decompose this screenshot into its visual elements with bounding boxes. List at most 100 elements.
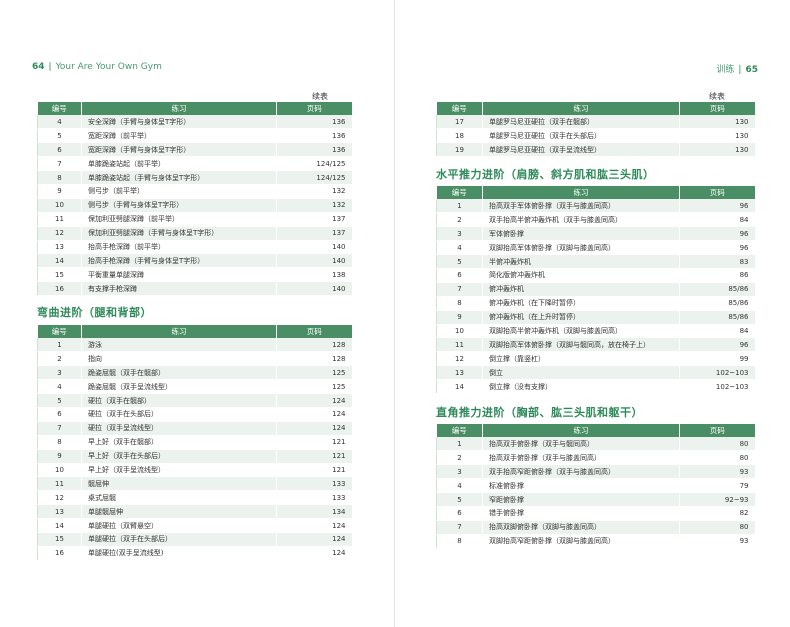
cell-exercise: 早上好（双手在头部后） [81, 449, 277, 464]
cell-exercise: 早上好（双手呈流线型） [81, 463, 277, 478]
cell-page: 136 [276, 128, 352, 144]
cell-page: 79 [679, 478, 755, 494]
cell-number: 9 [436, 310, 483, 325]
cell-page: 80 [679, 520, 755, 535]
cell-page: 124/125 [276, 170, 352, 185]
cell-exercise: 有支撑手枪深蹲 [81, 281, 277, 297]
cell-page: 128 [276, 351, 352, 367]
table-row: 14 倒立撑（没有支撑） 102~103 [436, 379, 755, 394]
cell-number: 2 [436, 212, 483, 228]
cell-exercise: 军体俯卧撑 [482, 226, 680, 242]
column-header-page: 页码 [679, 186, 755, 199]
cell-page: 133 [276, 476, 352, 492]
cell-number: 5 [436, 254, 483, 269]
table-row: 4 双脚抬高军体俯卧撑（双脚与膝盖同高） 96 [436, 240, 755, 256]
cell-page: 82 [679, 506, 755, 521]
cell-page: 130 [679, 142, 755, 158]
table-row: 13 抬高手枪深蹲（前平举） 140 [37, 240, 352, 255]
cell-number: 1 [436, 437, 483, 452]
cell-number: 2 [436, 450, 483, 466]
cell-page: 124 [276, 393, 352, 408]
cell-number: 6 [37, 142, 82, 158]
cell-number: 14 [37, 253, 82, 269]
cell-exercise: 俯冲轰炸机（在上升时暂停） [482, 310, 680, 325]
table-row: 2 抬高双手俯卧撑（双手与膝盖同高） 80 [436, 450, 755, 466]
cell-page: 84 [679, 324, 755, 339]
table-row: 10 早上好（双手呈流线型） 121 [37, 463, 352, 478]
cell-number: 4 [436, 478, 483, 494]
cell-page: 92~93 [679, 492, 755, 507]
cell-page: 124 [276, 532, 352, 547]
column-header-number: 编号 [37, 325, 82, 338]
cell-number: 8 [37, 435, 82, 450]
table-row: 13 倒立 102~103 [436, 365, 755, 381]
column-header-exercise: 练习 [482, 102, 680, 115]
table-row: 5 半俯冲轰炸机 83 [436, 254, 755, 269]
cell-exercise: 窄距俯卧撑 [482, 492, 680, 507]
cell-exercise: 侧弓步（前平举） [81, 184, 277, 199]
cell-page: 136 [276, 115, 352, 130]
cell-number: 5 [37, 393, 82, 408]
table-row: 6 简化版俯冲轰炸机 86 [436, 268, 755, 283]
cell-exercise: 抬高手枪深蹲（手臂与身体呈T字形） [81, 253, 277, 269]
column-header-page: 页码 [679, 102, 755, 115]
cell-page: 136 [276, 142, 352, 158]
section-title-bend: 弯曲进阶（腿和背部） [37, 306, 152, 319]
table-row: 5 窄距俯卧撑 92~93 [436, 492, 755, 507]
cell-number: 10 [436, 324, 483, 339]
left-table-bend: 编号 练习 页码 1 游泳 128 2 指向 128 3 跪姿屈髋（双手在髋部） 125 4 跪姿屈髋（… [37, 325, 352, 561]
cell-page: 130 [679, 115, 755, 130]
cell-number: 4 [436, 240, 483, 256]
cell-page: 96 [679, 226, 755, 242]
cell-exercise: 保加利亚劈腿深蹲（前平举） [81, 212, 277, 227]
right-running-header: 训练 | 65 [716, 65, 758, 75]
table-row: 3 双手抬高窄距俯卧撑（双手与膝盖同高） 93 [436, 464, 755, 480]
table-row: 1 抬高双手军体俯卧撑（双手与膝盖同高） 96 [436, 199, 755, 214]
right-running-title: 训练 [716, 65, 735, 75]
cell-page: 125 [276, 365, 352, 381]
table-row: 12 桌式屈髋 133 [37, 490, 352, 506]
cell-number: 15 [37, 267, 82, 283]
table-row: 10 双脚抬高半俯冲轰炸机（双脚与膝盖同高） 84 [436, 324, 755, 339]
table-row: 2 指向 128 [37, 351, 352, 367]
cell-exercise: 双脚抬高军体俯卧撑（双脚与髋同高，放在椅子上） [482, 337, 680, 353]
cell-exercise: 单腿罗马尼亚硬拉（双手在髋部） [482, 115, 680, 130]
cell-exercise: 双手抬高窄距俯卧撑（双手与膝盖同高） [482, 464, 680, 480]
table-row: 5 硬拉（双手在髋部） 124 [37, 393, 352, 408]
cell-number: 9 [37, 449, 82, 464]
cell-page: 99 [679, 351, 755, 367]
cell-exercise: 跪姿屈髋（双手在髋部） [81, 365, 277, 381]
table-row: 14 单腿硬拉（双臂悬空） 124 [37, 518, 352, 533]
cell-page: 80 [679, 437, 755, 452]
cell-exercise: 指向 [81, 351, 277, 367]
cell-number: 13 [436, 365, 483, 381]
left-page: 64 | Your Are Your Own Gym 续表 编号 练习 页码 4 安全深蹲… [0, 0, 395, 627]
left-page-number: 64 [32, 62, 45, 72]
cell-number: 13 [37, 504, 82, 520]
cell-exercise: 单膝跪姿站起（前平举） [81, 156, 277, 172]
cell-exercise: 硬拉（双手在头部后） [81, 407, 277, 422]
cell-page: 85/86 [679, 296, 755, 311]
left-continued-label: 续表 [312, 92, 328, 101]
cell-exercise: 倒立撑（没有支撑） [482, 379, 680, 394]
cell-number: 12 [37, 226, 82, 241]
table-row: 15 单腿硬拉（双手在头部后） 124 [37, 532, 352, 547]
cell-page: 124/125 [276, 156, 352, 172]
cell-number: 7 [37, 421, 82, 436]
table-row: 14 抬高手枪深蹲（手臂与身体呈T字形） 140 [37, 253, 352, 269]
cell-number: 8 [436, 534, 483, 549]
cell-exercise: 抬高手枪深蹲（前平举） [81, 240, 277, 255]
cell-exercise: 保加利亚劈腿深蹲（手臂与身体呈T字形） [81, 226, 277, 241]
cell-page: 96 [679, 199, 755, 214]
table-row: 6 错手俯卧撑 82 [436, 506, 755, 521]
cell-number: 12 [37, 490, 82, 506]
cell-page: 121 [276, 449, 352, 464]
right-table-horizontal-push: 编号 练习 页码 1 抬高双手军体俯卧撑（双手与膝盖同高） 96 2 双手抬高半俯冲轰炸机（… [436, 186, 755, 394]
cell-exercise: 抬高双脚俯卧撑（双脚与膝盖同高） [482, 520, 680, 535]
table-row: 4 标准俯卧撑 79 [436, 478, 755, 494]
section-title-horizontal-push: 水平推力进阶（肩膀、斜方肌和肱三头肌） [436, 168, 655, 181]
cell-page: 128 [276, 338, 352, 353]
cell-page: 140 [276, 240, 352, 255]
column-header-page: 页码 [679, 424, 755, 437]
cell-exercise: 双脚抬高军体俯卧撑（双脚与膝盖同高） [482, 240, 680, 256]
